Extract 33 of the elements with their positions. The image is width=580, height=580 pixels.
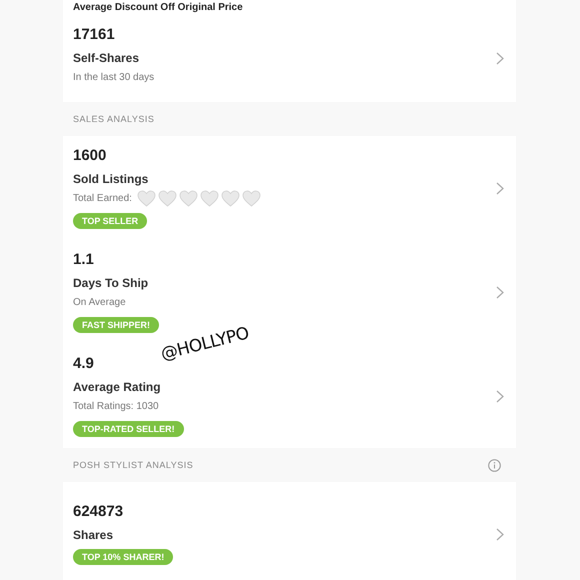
stat-value: 624873	[73, 503, 124, 520]
achievement-badge: TOP-RATED SELLER!	[73, 421, 184, 437]
stat-subtitle: Total Ratings: 1030	[73, 400, 159, 412]
stat-value: 4.9	[73, 355, 95, 372]
chevron-icon	[496, 52, 504, 64]
heart-icon	[158, 190, 177, 206]
stat-title: Sold Listings	[73, 172, 150, 186]
achievement-badge: FAST SHIPPER!	[73, 317, 160, 333]
achievement-badge: TOP SELLER	[73, 213, 148, 229]
heart-icon	[220, 190, 240, 206]
stat-subtitle: On Average	[73, 296, 126, 308]
stat-title: Days To Ship	[73, 276, 150, 290]
heart-icon	[178, 190, 198, 206]
stat-label: Average Discount Off Original Price	[63, 0, 516, 14]
stat-subtitle: In the last 30 days	[73, 72, 154, 82]
heart-icon	[242, 190, 261, 206]
heart-icon	[200, 190, 219, 206]
stat-value: 17161	[73, 26, 116, 43]
stat-value: 1.1	[73, 251, 95, 268]
chevron-icon	[496, 390, 504, 402]
chevron-icon	[496, 182, 504, 194]
chevron-icon	[496, 286, 504, 298]
stat-title: Self-Shares	[73, 51, 140, 65]
section-title: SALES ANALYSIS	[73, 114, 154, 124]
section-title: POSH STYLIST ANALYSIS	[73, 460, 194, 470]
chevron-icon	[496, 528, 504, 540]
stat-subtitle: Total Earned:	[73, 192, 132, 204]
achievement-badge: TOP 10% SHARER!	[73, 549, 174, 565]
stat-value: 1600	[73, 147, 108, 164]
stat-title: Average Rating	[73, 380, 162, 394]
stat-title: Shares	[73, 528, 114, 542]
info-icon[interactable]	[488, 458, 501, 472]
heart-icon	[136, 190, 156, 206]
